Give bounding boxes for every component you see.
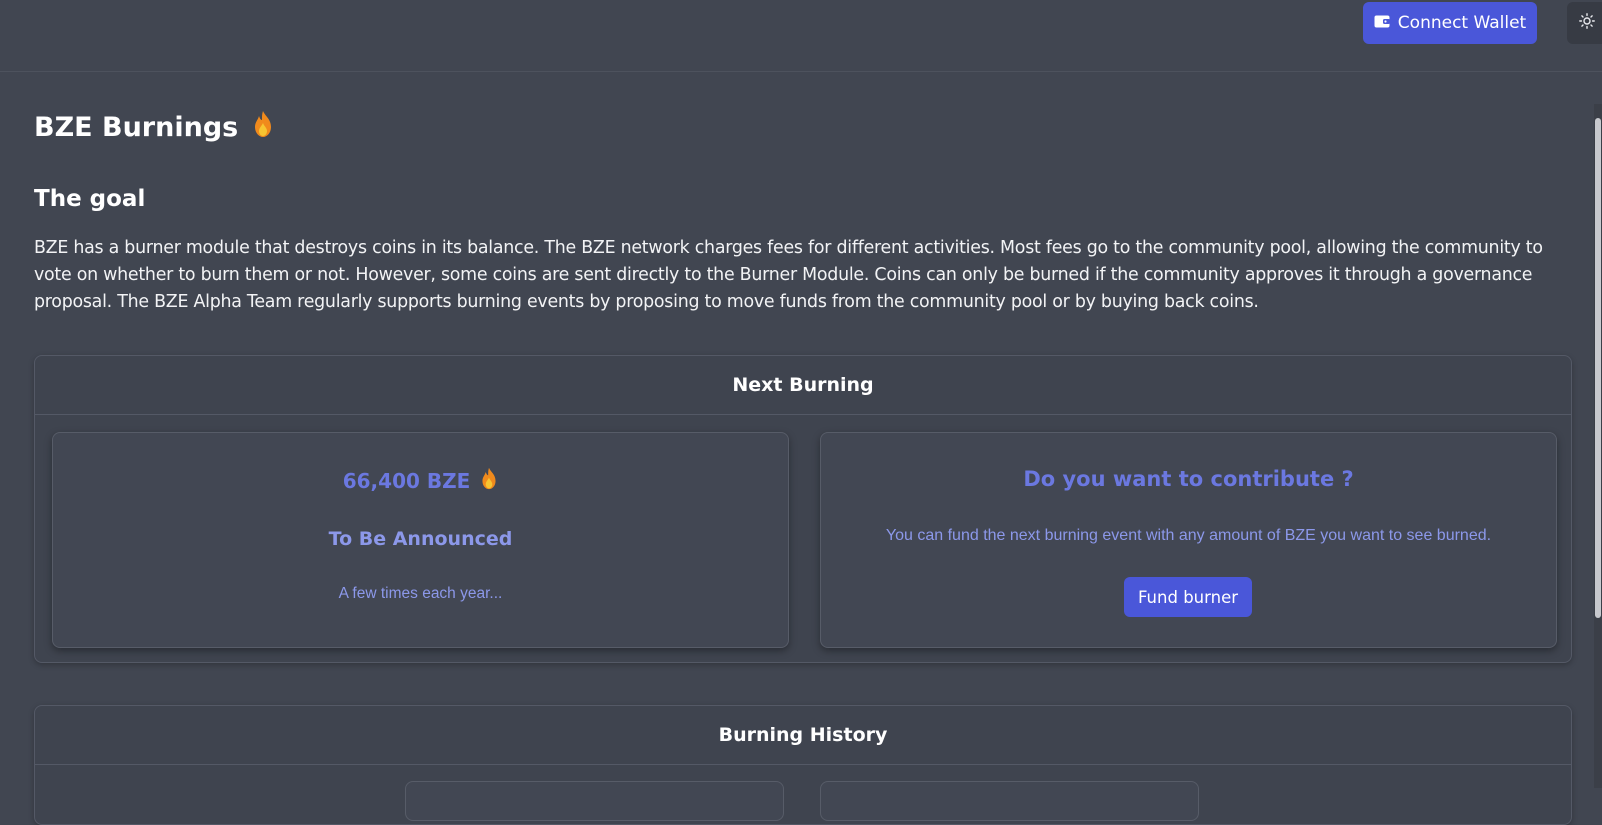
wallet-icon (1374, 13, 1390, 33)
next-burning-card: 66,400 BZE To Be Announced A few times e… (52, 432, 789, 648)
fund-burner-button[interactable]: Fund burner (1124, 577, 1252, 617)
flame-icon (252, 110, 274, 145)
next-burning-heading: Next Burning (35, 356, 1571, 415)
burn-amount-value: 66,400 BZE (342, 469, 471, 493)
goal-description: BZE has a burner module that destroys co… (34, 238, 1543, 312)
contribute-card: Do you want to contribute ? You can fund… (820, 432, 1557, 648)
page-title-text: BZE Burnings (34, 112, 239, 143)
flame-icon (480, 467, 498, 495)
burn-date: To Be Announced (328, 528, 513, 550)
theme-toggle-button[interactable] (1567, 2, 1602, 44)
contribute-heading: Do you want to contribute ? (1023, 467, 1354, 491)
top-bar: Connect Wallet (0, 0, 1602, 72)
history-card (405, 781, 784, 821)
history-card (820, 781, 1199, 821)
burn-frequency: A few times each year... (338, 585, 503, 602)
connect-wallet-label: Connect Wallet (1397, 13, 1527, 33)
burning-history-heading: Burning History (35, 706, 1571, 765)
sun-icon (1579, 13, 1595, 33)
scrollbar-thumb[interactable] (1595, 118, 1601, 618)
burn-amount: 66,400 BZE (53, 467, 788, 495)
page-scrollbar[interactable] (1594, 104, 1602, 788)
next-burning-panel: Next Burning 66,400 BZE To Be Announced … (34, 355, 1572, 663)
burning-history-panel: Burning History (34, 705, 1572, 825)
contribute-description: You can fund the next burning event with… (885, 527, 1492, 544)
goal-heading: The goal (34, 186, 146, 212)
page-title: BZE Burnings (34, 110, 274, 145)
connect-wallet-button[interactable]: Connect Wallet (1363, 2, 1537, 44)
